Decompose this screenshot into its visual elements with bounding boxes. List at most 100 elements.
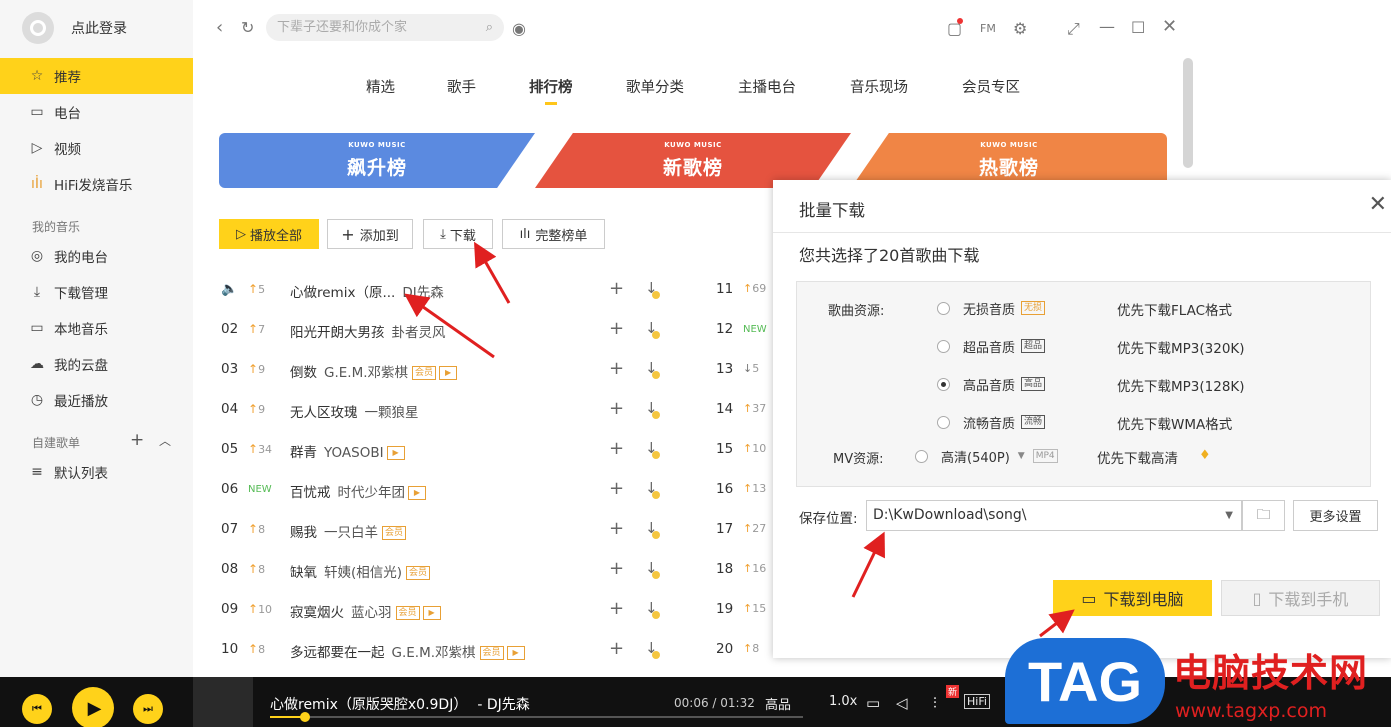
table-row[interactable]: 11 ↑69 bbox=[716, 281, 766, 301]
song-title-artist[interactable]: 无人区玫瑰 一颗狼星 bbox=[290, 401, 419, 421]
table-row[interactable]: 03 ↑9 倒数 G.E.M.邓紫棋 会员 ▶ + bbox=[218, 358, 668, 381]
song-title-artist[interactable]: 寂寞烟火 蓝心羽 会员 ▶ bbox=[290, 601, 441, 621]
radio-button[interactable] bbox=[915, 449, 928, 463]
download-button[interactable]: ⤓ 下载 bbox=[423, 219, 493, 249]
progress-handle[interactable] bbox=[299, 712, 310, 722]
download-icon[interactable] bbox=[645, 519, 661, 541]
table-row[interactable]: 07 ↑8 赐我 一只白羊 会员 + bbox=[218, 518, 668, 541]
recognize-music-icon[interactable]: ◉ bbox=[512, 19, 526, 39]
tab-vip-zone[interactable]: 会员专区 bbox=[962, 76, 1020, 97]
sidebar-item-hifi[interactable]: ıİı HiFi发烧音乐 bbox=[0, 166, 193, 202]
song-artist[interactable]: 一只白羊 bbox=[324, 525, 378, 541]
radio-button[interactable] bbox=[937, 301, 950, 315]
song-title[interactable]: 寂寞烟火 bbox=[290, 605, 344, 621]
volume-icon[interactable]: ◁ bbox=[896, 694, 908, 712]
back-icon[interactable]: ‹ bbox=[216, 18, 223, 38]
download-icon[interactable] bbox=[645, 439, 661, 461]
sidebar-item-my-radio[interactable]: ◎ 我的电台 bbox=[0, 238, 193, 274]
album-cover[interactable] bbox=[193, 677, 253, 727]
search-input[interactable]: 下辈子还要和你成个家 ⌕ bbox=[266, 14, 504, 41]
song-artist[interactable]: 卦者灵风 bbox=[392, 325, 446, 341]
dropdown-arrow-icon[interactable]: ▼ bbox=[1018, 451, 1025, 461]
minimize-icon[interactable]: — bbox=[1099, 17, 1115, 37]
song-title-artist[interactable]: 心做remix（原... DJ先森 bbox=[290, 281, 444, 301]
dropdown-arrow-icon[interactable]: ▼ bbox=[1225, 501, 1233, 530]
add-icon[interactable]: + bbox=[609, 598, 624, 619]
song-artist[interactable]: 蓝心羽 bbox=[351, 605, 392, 621]
download-icon[interactable] bbox=[645, 479, 661, 501]
song-title[interactable]: 心做remix（原... bbox=[290, 285, 395, 301]
download-icon[interactable] bbox=[645, 639, 661, 661]
close-icon[interactable]: ✕ bbox=[1369, 192, 1387, 217]
gear-icon[interactable]: ⚙ bbox=[1013, 19, 1027, 39]
download-to-pc-button[interactable]: ▭ 下载到电脑 bbox=[1053, 580, 1212, 616]
song-title-artist[interactable]: 阳光开朗大男孩 卦者灵风 bbox=[290, 321, 446, 341]
tab-charts[interactable]: 排行榜 bbox=[529, 76, 573, 105]
download-icon[interactable] bbox=[645, 599, 661, 621]
collapse-icon[interactable]: ︿ bbox=[159, 432, 171, 449]
song-artist[interactable]: DJ先森 bbox=[402, 285, 443, 301]
quality-option[interactable]: 流畅音质 流畅 bbox=[937, 412, 1046, 432]
table-row[interactable]: 13 ↓5 bbox=[716, 361, 759, 381]
table-row[interactable]: 🔈 ↑5 心做remix（原... DJ先森 + bbox=[218, 278, 668, 301]
mini-mode-icon[interactable]: ⤢ bbox=[1067, 19, 1080, 39]
more-settings-button[interactable]: 更多设置 bbox=[1293, 500, 1378, 531]
add-icon[interactable]: + bbox=[609, 438, 624, 459]
download-icon[interactable] bbox=[645, 399, 661, 421]
save-path-field[interactable]: D:\KwDownload\song\ ▼ bbox=[866, 500, 1242, 531]
login-label[interactable]: 点此登录 bbox=[71, 18, 127, 38]
tab-singers[interactable]: 歌手 bbox=[447, 76, 476, 97]
table-row[interactable]: 18 ↑16 bbox=[716, 561, 766, 581]
table-row[interactable]: 06 NEW 百忧戒 时代少年团 ▶ + bbox=[218, 478, 668, 501]
browse-folder-button[interactable]: 🗀 bbox=[1242, 500, 1285, 531]
play-all-button[interactable]: ▷ 播放全部 bbox=[219, 219, 319, 249]
scrollbar[interactable] bbox=[1183, 58, 1193, 168]
download-icon[interactable] bbox=[645, 359, 661, 381]
add-icon[interactable]: + bbox=[609, 638, 624, 659]
add-icon[interactable]: + bbox=[609, 398, 624, 419]
table-row[interactable]: 10 ↑8 多远都要在一起 G.E.M.邓紫棋 会员 ▶ + bbox=[218, 638, 668, 661]
sidebar-item-local-music[interactable]: ▭ 本地音乐 bbox=[0, 310, 193, 346]
song-artist[interactable]: 时代少年团 bbox=[338, 485, 406, 501]
song-title-artist[interactable]: 多远都要在一起 G.E.M.邓紫棋 会员 ▶ bbox=[290, 641, 525, 661]
radio-button[interactable] bbox=[937, 415, 950, 429]
sidebar-item-recent[interactable]: ◷ 最近播放 bbox=[0, 382, 193, 418]
table-row[interactable]: 08 ↑8 缺氧 轩姨(相信光) 会员 + bbox=[218, 558, 668, 581]
full-chart-button[interactable]: ılı 完整榜单 bbox=[502, 219, 605, 249]
song-title-artist[interactable]: 缺氧 轩姨(相信光) 会员 bbox=[290, 561, 431, 581]
mv-badge[interactable]: ▶ bbox=[439, 366, 458, 380]
download-icon[interactable] bbox=[645, 279, 661, 301]
close-icon[interactable]: ✕ bbox=[1162, 17, 1177, 37]
table-row[interactable]: 12 NEW bbox=[716, 321, 767, 341]
song-title-artist[interactable]: 百忧戒 时代少年团 ▶ bbox=[290, 481, 426, 501]
song-title[interactable]: 赐我 bbox=[290, 525, 317, 541]
add-icon[interactable]: + bbox=[609, 478, 624, 499]
radio-button[interactable] bbox=[937, 377, 950, 391]
radio-button[interactable] bbox=[937, 339, 950, 353]
sidebar-item-recommend[interactable]: ☆ 推荐 bbox=[0, 58, 193, 94]
quality-option[interactable]: 超品音质 超品 bbox=[937, 336, 1046, 356]
progress-bar[interactable] bbox=[270, 712, 803, 722]
add-icon[interactable]: + bbox=[609, 358, 624, 379]
song-artist[interactable]: G.E.M.邓紫棋 bbox=[324, 365, 408, 381]
table-row[interactable]: 17 ↑27 bbox=[716, 521, 766, 541]
table-row[interactable]: 20 ↑8 bbox=[716, 641, 759, 661]
banner-soaring-chart[interactable]: KUWO MUSIC 飙升榜 bbox=[219, 133, 535, 188]
table-row[interactable]: 02 ↑7 阳光开朗大男孩 卦者灵风 + bbox=[218, 318, 668, 341]
song-title[interactable]: 无人区玫瑰 bbox=[290, 405, 358, 421]
table-row[interactable]: 16 ↑13 bbox=[716, 481, 766, 501]
song-title[interactable]: 倒数 bbox=[290, 365, 317, 381]
table-row[interactable]: 09 ↑10 寂寞烟火 蓝心羽 会员 ▶ + bbox=[218, 598, 668, 621]
speed-button[interactable]: 1.0x bbox=[829, 694, 857, 709]
song-title-artist[interactable]: 群青 YOASOBI ▶ bbox=[290, 441, 405, 461]
add-icon[interactable]: + bbox=[609, 518, 624, 539]
song-artist[interactable]: 轩姨(相信光) bbox=[324, 565, 402, 581]
song-artist[interactable]: 一颗狼星 bbox=[365, 405, 419, 421]
mv-option-hd[interactable]: 高清(540P) ▼ MP4 bbox=[915, 446, 1058, 466]
mv-badge[interactable]: ▶ bbox=[506, 646, 525, 660]
song-artist[interactable]: G.E.M.邓紫棋 bbox=[392, 645, 476, 661]
add-icon[interactable]: + bbox=[609, 278, 624, 299]
mv-badge[interactable]: ▶ bbox=[422, 606, 441, 620]
tab-playlist-categories[interactable]: 歌单分类 bbox=[626, 76, 684, 97]
song-title-artist[interactable]: 赐我 一只白羊 会员 bbox=[290, 521, 407, 541]
